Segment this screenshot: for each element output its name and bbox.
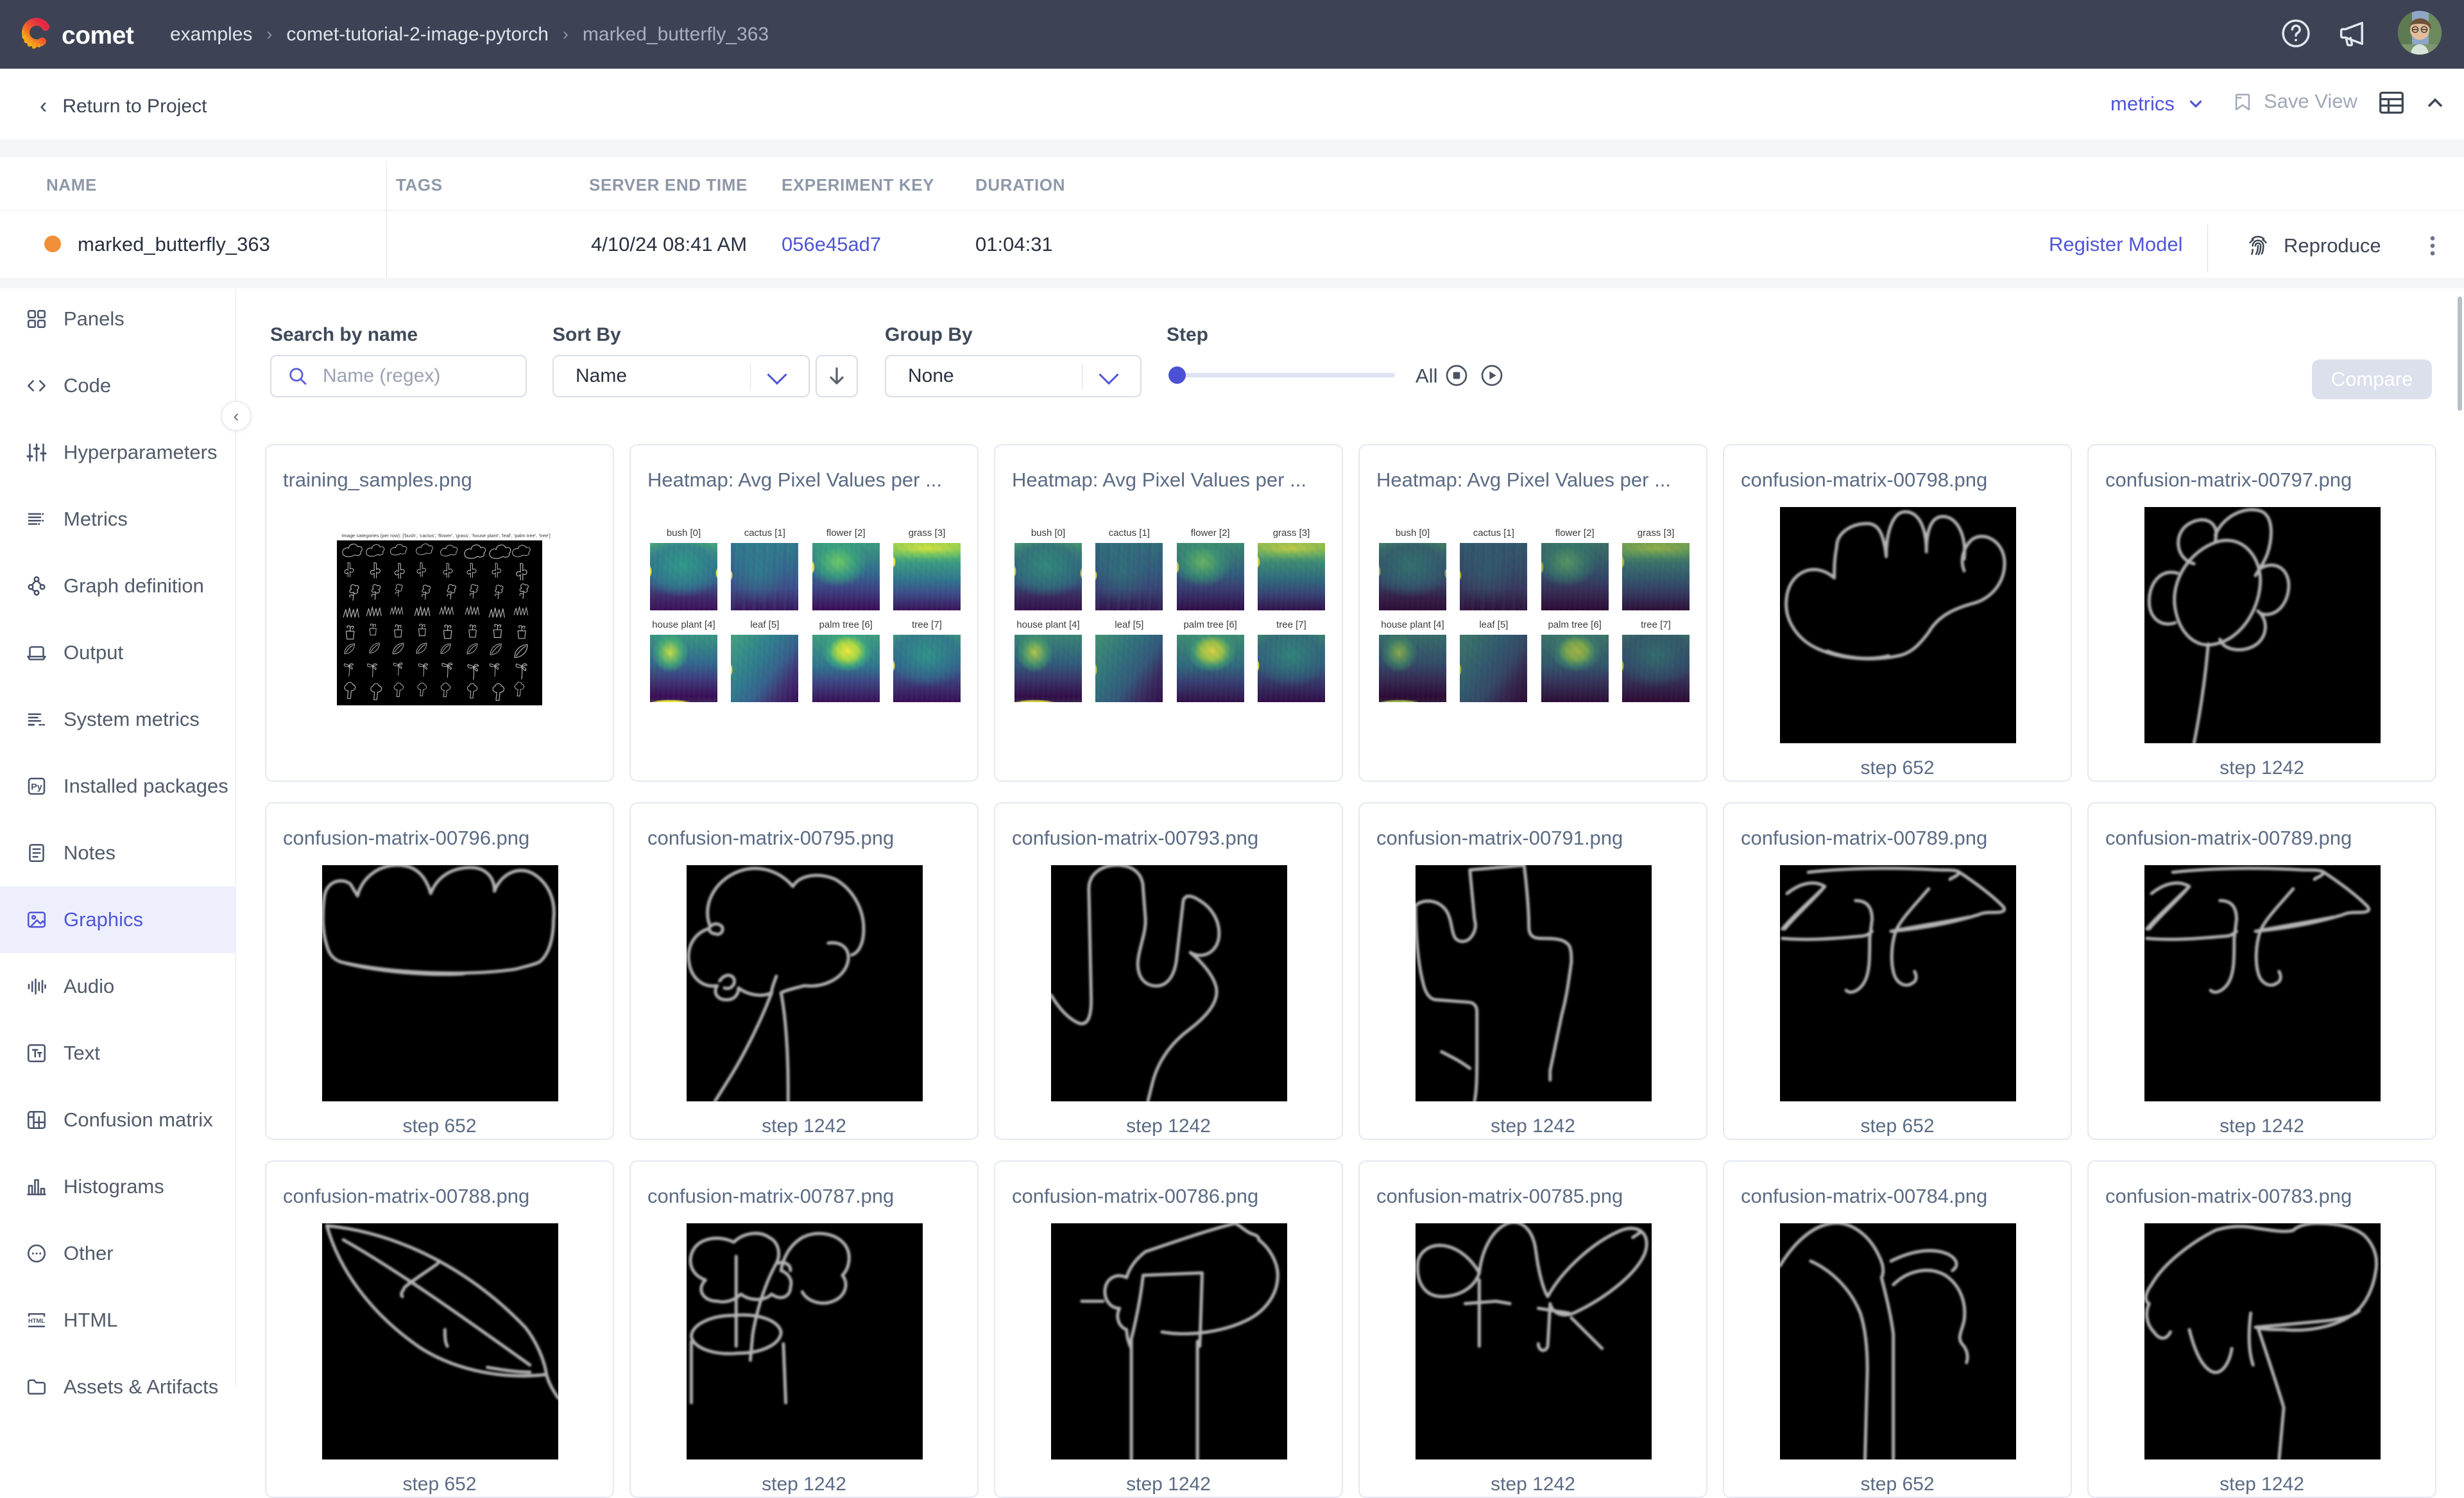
- svg-text:HTML: HTML: [28, 1318, 45, 1324]
- svg-text:Py: Py: [31, 782, 42, 792]
